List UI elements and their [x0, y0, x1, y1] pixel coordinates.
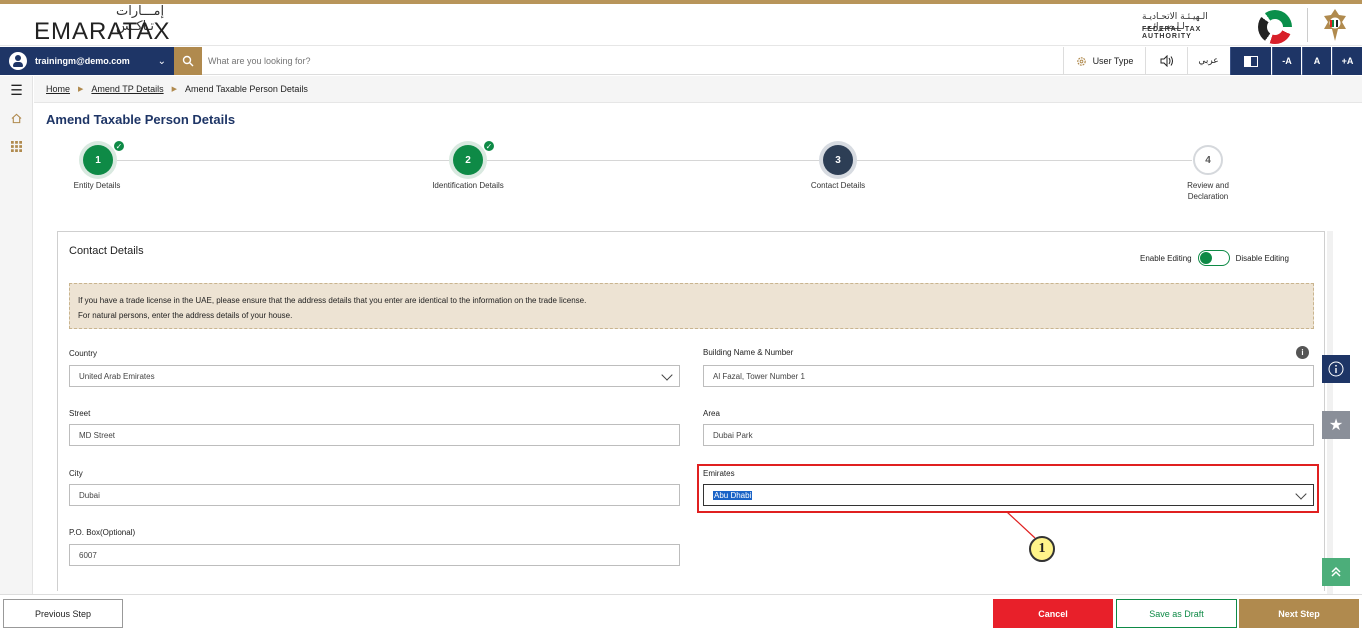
city-value: Dubai — [79, 490, 100, 500]
enable-editing-label: Enable Editing — [1140, 253, 1192, 263]
user-avatar-icon — [9, 52, 27, 70]
area-label: Area — [703, 409, 720, 418]
chevron-down-icon — [1295, 488, 1307, 500]
font-normal-button[interactable]: A — [1302, 47, 1331, 75]
notice-line-2: For natural persons, enter the address d… — [78, 311, 293, 320]
favorite-float-button[interactable]: ★ — [1322, 411, 1350, 439]
country-value: United Arab Emirates — [79, 371, 155, 381]
check-icon: ✓ — [483, 140, 495, 152]
country-label: Country — [69, 349, 98, 358]
pobox-value: 6007 — [79, 550, 97, 560]
toggle-knob — [1199, 252, 1212, 264]
font-decrease-button[interactable]: -A — [1272, 47, 1301, 75]
chevron-down-icon: ⌄ — [157, 55, 166, 67]
editing-toggle[interactable] — [1197, 250, 1230, 266]
home-icon[interactable] — [0, 106, 33, 130]
editing-toggle-group: Enable Editing Disable Editing — [1140, 250, 1289, 266]
street-value: MD Street — [79, 430, 116, 440]
pobox-input[interactable]: 6007 — [69, 544, 680, 566]
step-2-circle[interactable]: 2 — [453, 145, 483, 175]
apps-grid-icon[interactable] — [0, 134, 33, 158]
chevron-down-icon — [661, 369, 673, 381]
logo-english: EMARATAX — [34, 18, 171, 45]
breadcrumb-home[interactable]: Home — [46, 84, 70, 94]
hamburger-menu-icon[interactable]: ☰ — [0, 78, 33, 102]
uae-emblem-icon — [1324, 9, 1346, 41]
check-icon: ✓ — [113, 140, 125, 152]
fta-emblem-icon — [1258, 10, 1292, 44]
pobox-label: P.O. Box(Optional) — [69, 528, 136, 537]
next-step-button[interactable]: Next Step — [1239, 599, 1359, 628]
trade-license-notice: If you have a trade license in the UAE, … — [69, 283, 1314, 329]
area-input[interactable]: Dubai Park — [703, 424, 1314, 446]
scroll-top-button[interactable] — [1322, 558, 1350, 586]
area-value: Dubai Park — [713, 430, 753, 440]
breadcrumb-separator-icon: ▶ — [171, 86, 177, 93]
speaker-icon — [1160, 55, 1173, 67]
notice-line-1: If you have a trade license in the UAE, … — [78, 296, 587, 305]
info-icon — [1328, 361, 1344, 377]
building-label: Building Name & Number — [703, 348, 794, 357]
double-chevron-up-icon — [1331, 566, 1341, 577]
disable-editing-label: Disable Editing — [1235, 253, 1289, 263]
step-2-label: Identification Details — [432, 181, 504, 190]
step-3-label: Contact Details — [810, 181, 866, 190]
emirates-select[interactable]: Abu Dhabi — [703, 484, 1314, 506]
step-3-circle[interactable]: 3 — [823, 145, 853, 175]
callout-marker: 1 — [1029, 536, 1055, 562]
user-email: trainingm@demo.com — [35, 56, 130, 66]
page-title: Amend Taxable Person Details — [46, 112, 236, 127]
emaratax-logo[interactable]: إمـــارات تـاكـس EMARATAX — [34, 4, 174, 46]
stepper-line — [112, 160, 1192, 161]
building-value: Al Fazal, Tower Number 1 — [713, 371, 805, 381]
footer: Previous Step Cancel Save as Draft Next … — [0, 594, 1362, 632]
breadcrumb: Home ▶ Amend TP Details ▶ Amend Taxable … — [34, 76, 1362, 103]
breadcrumb-separator-icon: ▶ — [78, 86, 84, 93]
cancel-button[interactable]: Cancel — [993, 599, 1113, 628]
previous-step-button[interactable]: Previous Step — [3, 599, 123, 628]
section-title: Contact Details — [69, 245, 144, 257]
building-input[interactable]: Al Fazal, Tower Number 1 — [703, 365, 1314, 387]
step-4-circle[interactable]: 4 — [1193, 145, 1223, 175]
fta-logo: الـهيـئـة الاتحـاديـة لـلـضـرائـب FEDERA… — [1142, 10, 1292, 44]
search-button[interactable] — [174, 47, 202, 75]
header: إمـــارات تـاكـس EMARATAX الـهيـئـة الات… — [0, 4, 1362, 46]
city-label: City — [69, 469, 83, 478]
emirates-value: Abu Dhabi — [713, 490, 753, 500]
toolbar: trainingm@demo.com ⌄ User Type عربي -A A… — [0, 47, 1362, 75]
header-divider — [1307, 8, 1308, 42]
contrast-icon — [1244, 55, 1258, 67]
text-to-speech-button[interactable] — [1145, 47, 1187, 75]
street-label: Street — [69, 409, 91, 418]
step-1-label: Entity Details — [73, 181, 121, 190]
star-icon: ★ — [1328, 417, 1344, 434]
info-float-button[interactable] — [1322, 355, 1350, 383]
street-input[interactable]: MD Street — [69, 424, 680, 446]
step-4-label: Review and Declaration — [1187, 181, 1229, 201]
save-draft-button[interactable]: Save as Draft — [1116, 599, 1237, 628]
user-type-label: User Type — [1092, 56, 1134, 66]
user-type-button[interactable]: User Type — [1063, 47, 1145, 75]
font-increase-button[interactable]: +A — [1332, 47, 1362, 75]
step-1-circle[interactable]: 1 — [83, 145, 113, 175]
search-icon — [182, 55, 194, 67]
breadcrumb-amend-tp[interactable]: Amend TP Details — [91, 84, 163, 94]
sidebar: ☰ — [0, 76, 33, 594]
emirates-label: Emirates — [703, 469, 735, 478]
user-menu[interactable]: trainingm@demo.com ⌄ — [0, 47, 174, 75]
gear-icon — [1076, 56, 1086, 66]
fta-english-name: FEDERAL TAX AUTHORITY — [1142, 26, 1202, 40]
contrast-button[interactable] — [1230, 47, 1271, 75]
breadcrumb-current: Amend Taxable Person Details — [185, 84, 308, 94]
city-input[interactable]: Dubai — [69, 484, 680, 506]
language-toggle[interactable]: عربي — [1187, 47, 1229, 75]
country-select[interactable]: United Arab Emirates — [69, 365, 680, 387]
info-icon[interactable]: i — [1296, 346, 1309, 359]
search-input[interactable] — [208, 51, 908, 71]
